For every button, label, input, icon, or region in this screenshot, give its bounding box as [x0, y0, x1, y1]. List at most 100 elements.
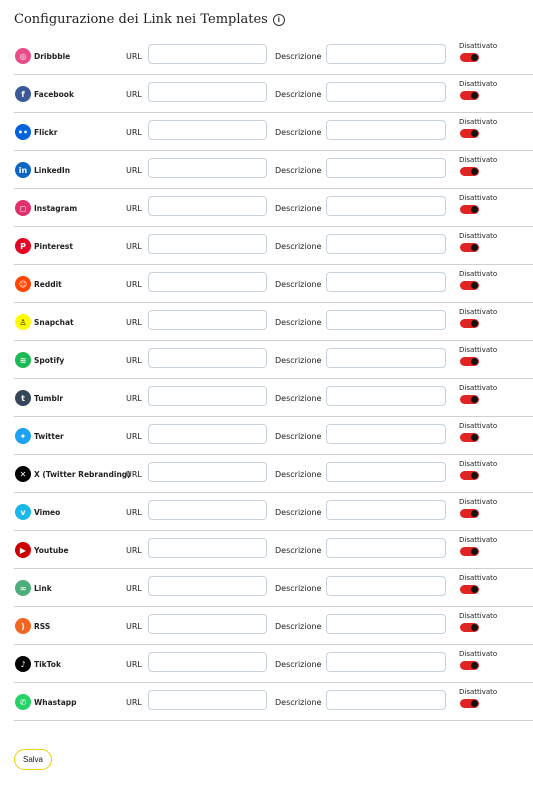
description-input[interactable]	[326, 234, 446, 254]
social-name: Whastapp	[34, 697, 77, 707]
status-label: Disattivato	[459, 156, 498, 164]
description-label: Descrizione	[275, 280, 322, 289]
url-label: URL	[126, 584, 142, 593]
flickr-icon: ••	[15, 124, 31, 140]
toggle-knob	[471, 92, 478, 99]
enable-toggle[interactable]	[460, 433, 479, 442]
description-label: Descrizione	[275, 90, 322, 99]
enable-toggle[interactable]	[460, 661, 479, 670]
enable-toggle[interactable]	[460, 699, 479, 708]
status-label: Disattivato	[459, 650, 498, 658]
save-button[interactable]: Salva	[14, 749, 52, 770]
social-label: ◎ Dribbble	[15, 48, 70, 64]
toggle-knob	[471, 548, 478, 555]
enable-toggle[interactable]	[460, 319, 479, 328]
url-input[interactable]	[148, 386, 267, 406]
description-input[interactable]	[326, 424, 446, 444]
url-input[interactable]	[148, 424, 267, 444]
enable-toggle[interactable]	[460, 509, 479, 518]
description-label: Descrizione	[275, 508, 322, 517]
enable-toggle[interactable]	[460, 281, 479, 290]
description-input[interactable]	[326, 82, 446, 102]
enable-toggle[interactable]	[460, 395, 479, 404]
description-label: Descrizione	[275, 698, 322, 707]
url-label: URL	[126, 394, 142, 403]
social-label: ≋ Spotify	[15, 352, 64, 368]
description-input[interactable]	[326, 272, 446, 292]
url-input[interactable]	[148, 462, 267, 482]
toggle-knob	[471, 472, 478, 479]
twitter-icon: ✦	[15, 428, 31, 444]
url-label: URL	[126, 318, 142, 327]
description-input[interactable]	[326, 44, 446, 64]
enable-toggle[interactable]	[460, 53, 479, 62]
snapchat-icon: ♙	[15, 314, 31, 330]
enable-toggle[interactable]	[460, 167, 479, 176]
description-label: Descrizione	[275, 52, 322, 61]
enable-toggle[interactable]	[460, 91, 479, 100]
url-input[interactable]	[148, 234, 267, 254]
toggle-knob	[471, 358, 478, 365]
description-input[interactable]	[326, 196, 446, 216]
social-name: Youtube	[34, 545, 69, 555]
url-label: URL	[126, 508, 142, 517]
url-input[interactable]	[148, 500, 267, 520]
toggle-knob	[471, 700, 478, 707]
status-label: Disattivato	[459, 384, 498, 392]
url-input[interactable]	[148, 120, 267, 140]
url-input[interactable]	[148, 82, 267, 102]
enable-toggle[interactable]	[460, 357, 479, 366]
social-name: TikTok	[34, 659, 61, 669]
url-input[interactable]	[148, 348, 267, 368]
description-label: Descrizione	[275, 242, 322, 251]
url-input[interactable]	[148, 196, 267, 216]
toggle-knob	[471, 586, 478, 593]
x-icon: ✕	[15, 466, 31, 482]
status-label: Disattivato	[459, 498, 498, 506]
url-input[interactable]	[148, 310, 267, 330]
enable-toggle[interactable]	[460, 471, 479, 480]
description-input[interactable]	[326, 386, 446, 406]
url-input[interactable]	[148, 576, 267, 596]
description-input[interactable]	[326, 690, 446, 710]
enable-toggle[interactable]	[460, 623, 479, 632]
url-input[interactable]	[148, 690, 267, 710]
link-row-tiktok: ♪ TikTok URL Descrizione Disattivato	[14, 645, 533, 683]
url-input[interactable]	[148, 652, 267, 672]
url-input[interactable]	[148, 44, 267, 64]
link-row-linkedin: in LinkedIn URL Descrizione Disattivato	[14, 151, 533, 189]
enable-toggle[interactable]	[460, 129, 479, 138]
description-label: Descrizione	[275, 128, 322, 137]
description-input[interactable]	[326, 462, 446, 482]
social-name: Twitter	[34, 431, 64, 441]
url-label: URL	[126, 90, 142, 99]
social-name: Tumblr	[34, 393, 64, 403]
url-input[interactable]	[148, 158, 267, 178]
toggle-knob	[471, 662, 478, 669]
description-input[interactable]	[326, 538, 446, 558]
enable-toggle[interactable]	[460, 205, 479, 214]
description-input[interactable]	[326, 348, 446, 368]
description-input[interactable]	[326, 500, 446, 520]
url-input[interactable]	[148, 614, 267, 634]
toggle-knob	[471, 168, 478, 175]
enable-toggle[interactable]	[460, 243, 479, 252]
status-label: Disattivato	[459, 612, 498, 620]
enable-toggle[interactable]	[460, 585, 479, 594]
status-label: Disattivato	[459, 270, 498, 278]
description-input[interactable]	[326, 576, 446, 596]
url-input[interactable]	[148, 538, 267, 558]
description-label: Descrizione	[275, 622, 322, 631]
enable-toggle[interactable]	[460, 547, 479, 556]
link-row-dribbble: ◎ Dribbble URL Descrizione Disattivato	[14, 37, 533, 75]
status-label: Disattivato	[459, 118, 498, 126]
url-input[interactable]	[148, 272, 267, 292]
status-label: Disattivato	[459, 688, 498, 696]
description-label: Descrizione	[275, 660, 322, 669]
description-input[interactable]	[326, 652, 446, 672]
description-input[interactable]	[326, 120, 446, 140]
description-input[interactable]	[326, 614, 446, 634]
description-input[interactable]	[326, 158, 446, 178]
description-input[interactable]	[326, 310, 446, 330]
info-icon[interactable]: i	[272, 13, 285, 26]
